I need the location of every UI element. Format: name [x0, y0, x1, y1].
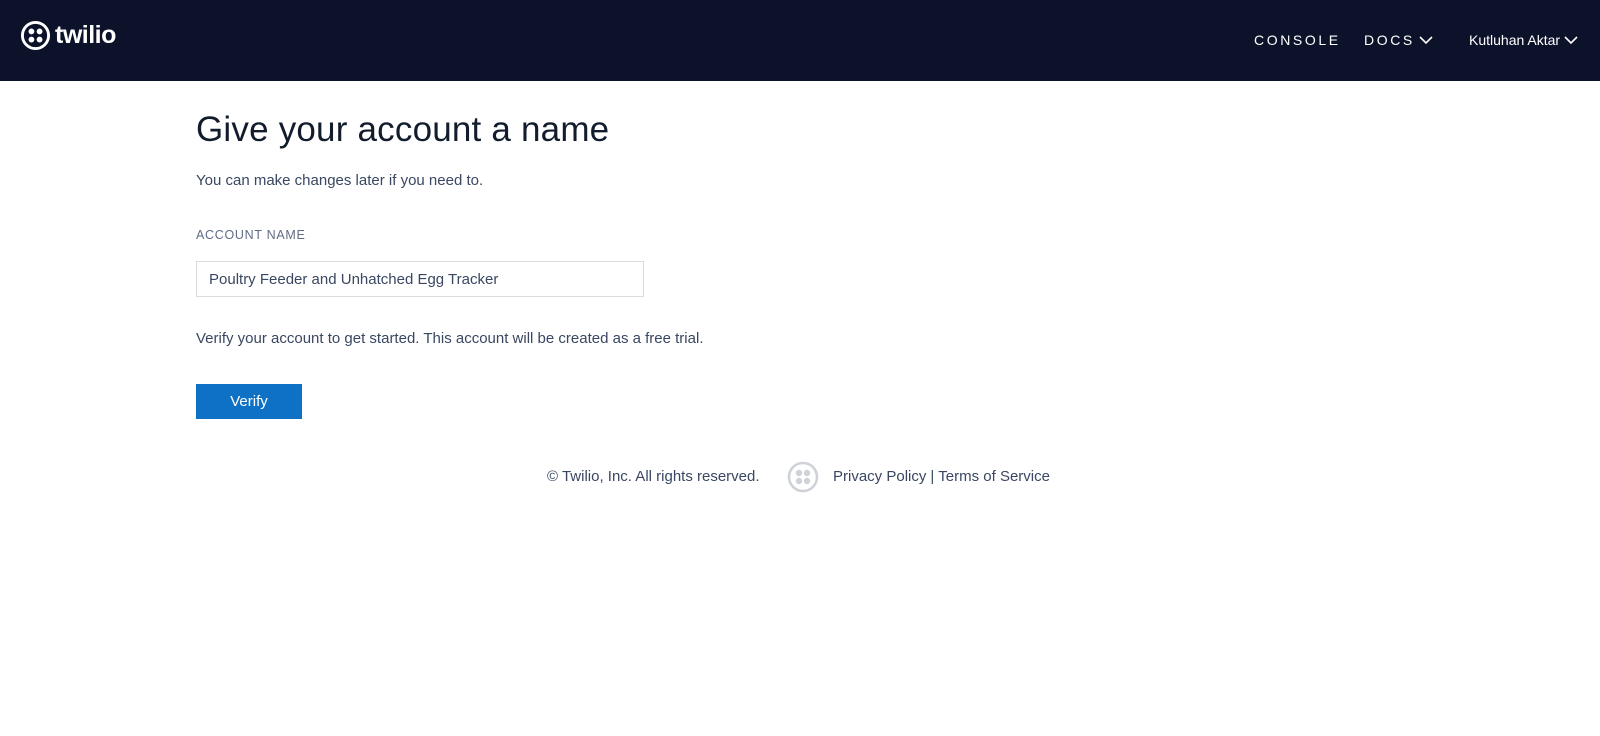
nav-console-label: CONSOLE — [1254, 32, 1341, 48]
free-trial-notice: Verify your account to get started. This… — [196, 330, 704, 347]
twilio-logo-icon — [20, 20, 51, 50]
twilio-footer-icon — [787, 461, 819, 493]
chevron-down-icon — [1564, 35, 1578, 44]
user-name-label: Kutluhan Aktar — [1469, 32, 1561, 48]
page-title: Give your account a name — [196, 110, 610, 149]
logo-text: twilio — [55, 20, 116, 49]
chevron-down-icon — [1419, 35, 1433, 44]
page-subtitle: You can make changes later if you need t… — [196, 172, 484, 189]
footer-separator: | — [930, 468, 935, 485]
nav-console-link[interactable]: CONSOLE — [1254, 30, 1341, 50]
copyright-text: © Twilio, Inc. All rights reserved. — [547, 468, 760, 485]
privacy-policy-link[interactable]: Privacy Policy — [833, 468, 926, 485]
nav-docs-dropdown[interactable]: DOCS — [1364, 30, 1433, 50]
footer-links: Privacy Policy | Terms of Service — [833, 466, 1050, 488]
twilio-logo[interactable]: twilio — [20, 19, 116, 51]
account-name-label: ACCOUNT NAME — [196, 228, 306, 242]
top-navigation-bar: twilio CONSOLE DOCS Kutluhan Aktar — [0, 0, 1600, 81]
verify-button[interactable]: Verify — [196, 384, 302, 419]
page-footer: © Twilio, Inc. All rights reserved. Priv… — [0, 461, 1600, 493]
user-menu-dropdown[interactable]: Kutluhan Aktar — [1469, 30, 1578, 50]
nav-docs-label: DOCS — [1364, 32, 1415, 48]
terms-of-service-link[interactable]: Terms of Service — [938, 468, 1050, 485]
account-name-input[interactable] — [196, 261, 644, 297]
